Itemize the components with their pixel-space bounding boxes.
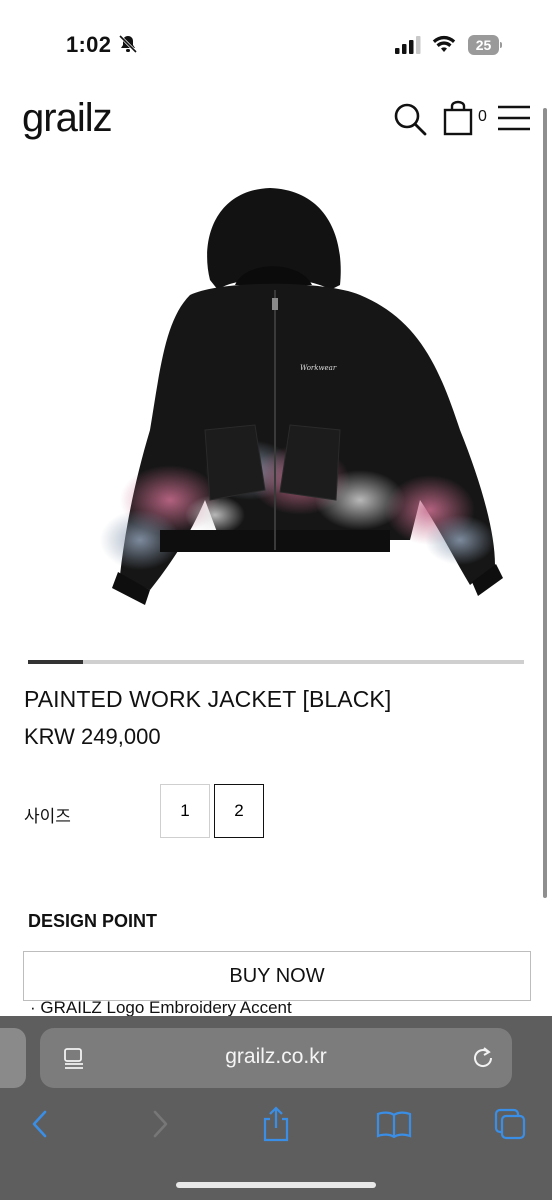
previous-tab-peek[interactable] [0,1028,26,1088]
hamburger-menu-icon[interactable] [497,104,531,132]
address-bar[interactable]: grailz.co.kr [40,1028,512,1088]
size-option-2[interactable]: 2 [214,784,264,838]
tabs-icon [494,1108,526,1140]
chevron-right-icon [153,1110,168,1138]
home-indicator[interactable] [176,1182,376,1188]
reload-icon[interactable] [470,1045,496,1071]
product-price: KRW 249,000 [24,724,161,749]
url-text: grailz.co.kr [225,1045,327,1068]
design-point-heading: DESIGN POINT [28,911,158,931]
size-label: 사이즈 [24,807,71,827]
chevron-left-icon [32,1110,47,1138]
forward-button[interactable] [140,1104,180,1144]
share-icon [263,1106,289,1142]
gallery-progress-track[interactable] [28,660,524,664]
product-image[interactable]: Workwear [40,180,510,610]
battery-indicator: 25 [468,35,502,55]
back-button[interactable] [20,1104,60,1144]
bell-slash-icon [118,34,138,54]
site-logo[interactable]: grailz [22,96,113,141]
tabs-button[interactable] [490,1104,530,1144]
feature-line: · GRAILZ Logo Embroidery Accent [30,998,292,1017]
bookmarks-button[interactable] [374,1104,414,1144]
page-scrollbar[interactable] [543,108,547,898]
search-icon[interactable] [393,102,427,136]
share-button[interactable] [256,1104,296,1144]
size-option-1[interactable]: 1 [160,784,210,838]
product-title: PAINTED WORK JACKET [BLACK] [24,686,392,712]
site-header: grailz 0 [0,90,552,160]
status-time: 1:02 [66,32,112,57]
svg-text:Workwear: Workwear [300,364,337,372]
wifi-icon [432,35,456,52]
shopping-bag-icon[interactable] [442,100,474,136]
status-bar: 1:02 25 [0,0,552,90]
battery-level: 25 [475,37,492,53]
browser-toolbar: grailz.co.kr [0,1016,552,1200]
cart-count: 0 [478,108,487,125]
gallery-progress-fill [28,660,83,664]
buy-now-button[interactable]: BUY NOW [23,951,531,1001]
cellular-signal-icon [395,36,421,54]
book-icon [376,1111,412,1138]
